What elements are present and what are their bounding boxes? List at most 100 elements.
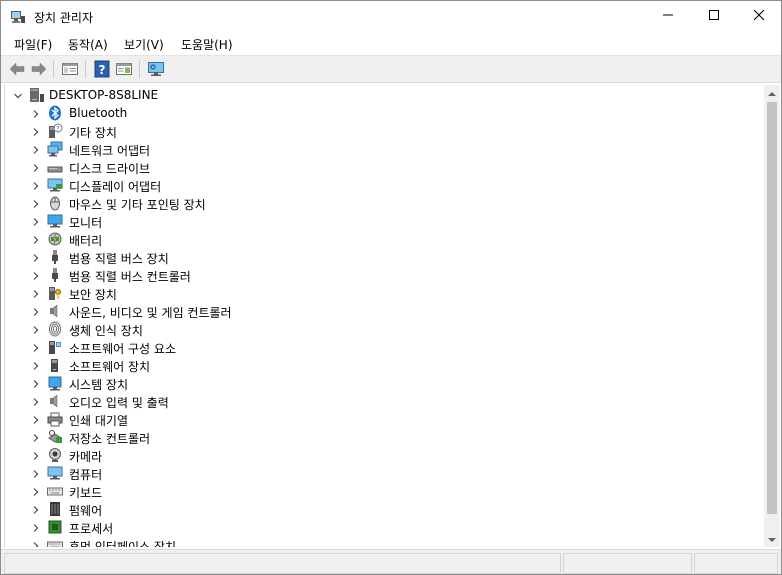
menu-help[interactable]: 도움말(H): [181, 36, 233, 53]
chevron-right-icon[interactable]: [31, 198, 41, 208]
chevron-right-icon[interactable]: [31, 306, 41, 316]
maximize-button[interactable]: [691, 1, 737, 32]
chevron-right-icon[interactable]: [31, 234, 41, 244]
tree-item[interactable]: 카메라: [5, 446, 763, 464]
device-manager-window: 장치 관리자 파일(F) 동작(A) 보기(V) 도움말(H) ? DESKTO…: [0, 0, 782, 575]
chevron-right-icon[interactable]: [31, 378, 41, 388]
chevron-right-icon[interactable]: [31, 504, 41, 514]
show-hide-pane-icon[interactable]: [115, 60, 133, 78]
tree-item-label: 소프트웨어 구성 요소: [69, 342, 176, 356]
chevron-right-icon[interactable]: [31, 144, 41, 154]
tree-root[interactable]: DESKTOP-8S8LINE: [5, 86, 763, 104]
network-adapter-icon: [47, 141, 63, 157]
tree-item[interactable]: 범용 직렬 버스 컨트롤러: [5, 266, 763, 284]
tree-item-label: 펌웨어: [69, 504, 103, 518]
tree-item-label: 모니터: [69, 216, 103, 230]
scroll-down-button[interactable]: [764, 531, 780, 547]
monitor-icon: [47, 213, 63, 229]
tree-item[interactable]: 프로세서: [5, 518, 763, 536]
chevron-right-icon[interactable]: [31, 252, 41, 262]
monitor-scan-icon[interactable]: [147, 60, 165, 78]
chevron-right-icon[interactable]: [31, 162, 41, 172]
tree-item[interactable]: 네트워크 어댑터: [5, 140, 763, 158]
chevron-right-icon[interactable]: [31, 270, 41, 280]
close-button[interactable]: [736, 1, 781, 32]
toolbar-separator: [139, 60, 140, 78]
minimize-button[interactable]: [645, 1, 691, 32]
close-icon: [753, 9, 765, 24]
status-bar: [1, 549, 781, 574]
toolbar: ?: [1, 55, 781, 83]
chevron-down-icon[interactable]: [13, 90, 23, 100]
chevron-right-icon[interactable]: [31, 324, 41, 334]
tree-item[interactable]: 배터리: [5, 230, 763, 248]
svg-text:?: ?: [56, 125, 60, 133]
menu-action[interactable]: 동작(A): [68, 36, 108, 53]
sound-icon: [47, 303, 63, 319]
tree-item-label: 디스플레이 어댑터: [69, 180, 162, 194]
chevron-right-icon[interactable]: [31, 450, 41, 460]
tree-item-label: 네트워크 어댑터: [69, 144, 151, 158]
chevron-right-icon[interactable]: [31, 396, 41, 406]
display-adapter-icon: [47, 177, 63, 193]
chevron-right-icon[interactable]: [31, 432, 41, 442]
vertical-scrollbar[interactable]: [764, 85, 780, 547]
tree-item[interactable]: 범용 직렬 버스 장치: [5, 248, 763, 266]
tree-item[interactable]: Bluetooth: [5, 104, 763, 122]
chevron-right-icon[interactable]: [31, 342, 41, 352]
chevron-right-icon[interactable]: [31, 414, 41, 424]
tree-item[interactable]: 휴먼 인터페이스 장치: [5, 536, 763, 547]
chevron-right-icon[interactable]: [31, 288, 41, 298]
chevron-right-icon[interactable]: [31, 360, 41, 370]
tree-item[interactable]: 인쇄 대기열: [5, 410, 763, 428]
tree-item-label: Bluetooth: [69, 106, 128, 120]
tree-item[interactable]: ? 기타 장치: [5, 122, 763, 140]
tree-item[interactable]: 소프트웨어 장치: [5, 356, 763, 374]
tree-item[interactable]: 키보드: [5, 482, 763, 500]
tree-item[interactable]: 시스템 장치: [5, 374, 763, 392]
tree-item-label: 마우스 및 기타 포인팅 장치: [69, 198, 206, 212]
software-device-icon: [47, 357, 63, 373]
tree-item[interactable]: 디스플레이 어댑터: [5, 176, 763, 194]
chevron-right-icon[interactable]: [31, 126, 41, 136]
title-bar[interactable]: 장치 관리자: [1, 1, 781, 32]
tree-item[interactable]: 보안 장치: [5, 284, 763, 302]
forward-arrow-icon[interactable]: [30, 60, 48, 78]
usb-controller-icon: [47, 267, 63, 283]
chevron-right-icon[interactable]: [31, 108, 41, 118]
chevron-right-icon[interactable]: [31, 216, 41, 226]
menu-view[interactable]: 보기(V): [124, 36, 164, 53]
menu-file[interactable]: 파일(F): [14, 36, 52, 53]
tree-item[interactable]: 저장소 컨트롤러: [5, 428, 763, 446]
chevron-right-icon[interactable]: [31, 540, 41, 547]
scroll-up-icon: [768, 86, 776, 100]
tree-item-label: 배터리: [69, 234, 103, 248]
tree-item[interactable]: 펌웨어: [5, 500, 763, 518]
tree-item[interactable]: 소프트웨어 구성 요소: [5, 338, 763, 356]
tree-item[interactable]: 컴퓨터: [5, 464, 763, 482]
menu-bar: 파일(F) 동작(A) 보기(V) 도움말(H): [1, 32, 781, 54]
tree-item[interactable]: 마우스 및 기타 포인팅 장치: [5, 194, 763, 212]
scroll-thumb[interactable]: [767, 102, 777, 514]
tree-item[interactable]: 사운드, 비디오 및 게임 컨트롤러: [5, 302, 763, 320]
toolbar-separator: [85, 60, 86, 78]
tree-item-label: 기타 장치: [69, 126, 117, 140]
tree-item[interactable]: 모니터: [5, 212, 763, 230]
chevron-right-icon[interactable]: [31, 180, 41, 190]
tree-item[interactable]: 오디오 입력 및 출력: [5, 392, 763, 410]
minimize-icon: [662, 9, 674, 24]
computer-icon: [29, 87, 45, 103]
status-pane-3: [694, 553, 778, 574]
help-icon[interactable]: ?: [93, 60, 111, 78]
tree-item[interactable]: 디스크 드라이브: [5, 158, 763, 176]
chevron-right-icon[interactable]: [31, 468, 41, 478]
device-tree[interactable]: DESKTOP-8S8LINE Bluetooth? 기타 장치 네트워크 어댑터 디…: [4, 85, 765, 547]
chevron-right-icon[interactable]: [31, 486, 41, 496]
properties-pane-icon[interactable]: [61, 60, 79, 78]
tree-item[interactable]: 생체 인식 장치: [5, 320, 763, 338]
chevron-right-icon[interactable]: [31, 522, 41, 532]
usb-device-icon: [47, 249, 63, 265]
tree-item-label: 인쇄 대기열: [69, 414, 129, 428]
back-arrow-icon[interactable]: [8, 60, 26, 78]
scroll-up-button[interactable]: [764, 85, 780, 101]
